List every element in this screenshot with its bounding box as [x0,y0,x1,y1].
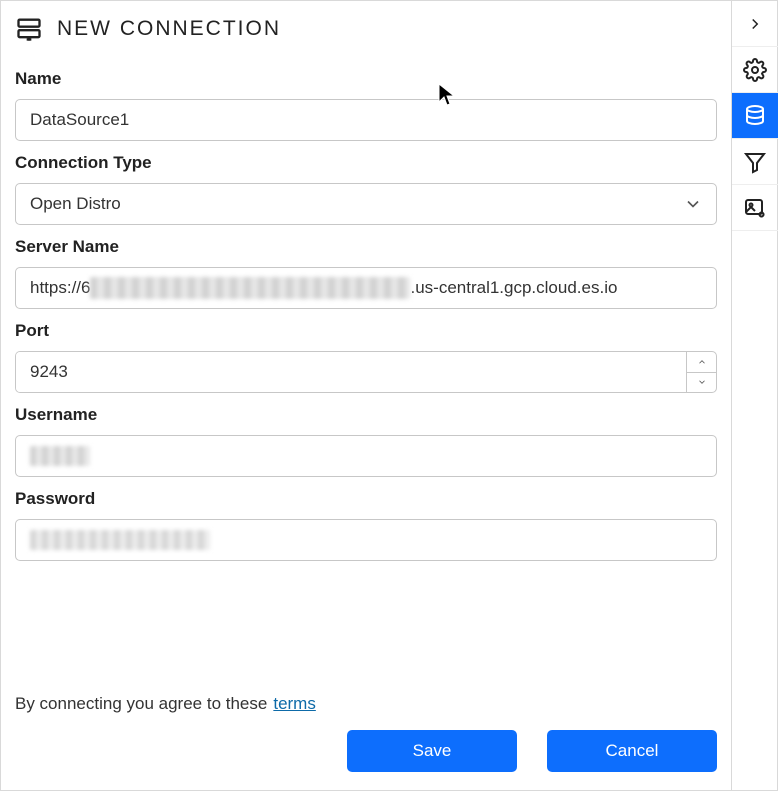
sidebar-settings-button[interactable] [732,47,778,93]
redacted-segment [90,277,410,299]
username-label: Username [15,405,717,425]
agreement-prefix: By connecting you agree to these [15,694,267,714]
right-sidebar [731,1,777,790]
server-name-label: Server Name [15,237,717,257]
username-input[interactable] [15,435,717,477]
button-row: Save Cancel [15,730,717,772]
connection-type-select[interactable]: Open Distro [15,183,717,225]
panel-header: NEW CONNECTION [15,15,717,43]
cancel-button[interactable]: Cancel [547,730,717,772]
agreement-text: By connecting you agree to these terms [15,694,717,714]
port-step-up[interactable] [687,352,716,372]
terms-link[interactable]: terms [273,694,316,714]
panel-title: NEW CONNECTION [57,17,281,41]
port-input-wrap [15,351,717,393]
sidebar-image-settings-button[interactable] [732,185,778,231]
port-stepper [686,352,716,392]
save-button[interactable]: Save [347,730,517,772]
connection-type-value: Open Distro [30,194,121,214]
database-icon [743,104,767,128]
sidebar-datasource-button[interactable] [732,93,778,139]
filter-icon [743,150,767,174]
password-input[interactable] [15,519,717,561]
name-input[interactable] [15,99,717,141]
port-input[interactable] [16,352,686,392]
gear-icon [743,58,767,82]
sidebar-filter-button[interactable] [732,139,778,185]
server-name-suffix: .us-central1.gcp.cloud.es.io [410,278,617,298]
datasource-header-icon [15,15,43,43]
new-connection-panel: NEW CONNECTION Name Connection Type Open… [1,1,731,790]
redacted-segment [30,530,210,550]
connection-type-label: Connection Type [15,153,717,173]
port-step-down[interactable] [687,372,716,393]
server-name-prefix: https://6 [30,278,90,298]
sidebar-collapse-button[interactable] [732,1,778,47]
port-label: Port [15,321,717,341]
name-label: Name [15,69,717,89]
redacted-segment [30,446,90,466]
password-label: Password [15,489,717,509]
server-name-input[interactable]: https://6 .us-central1.gcp.cloud.es.io [15,267,717,309]
chevron-down-icon [682,193,704,215]
image-gear-icon [743,196,767,220]
